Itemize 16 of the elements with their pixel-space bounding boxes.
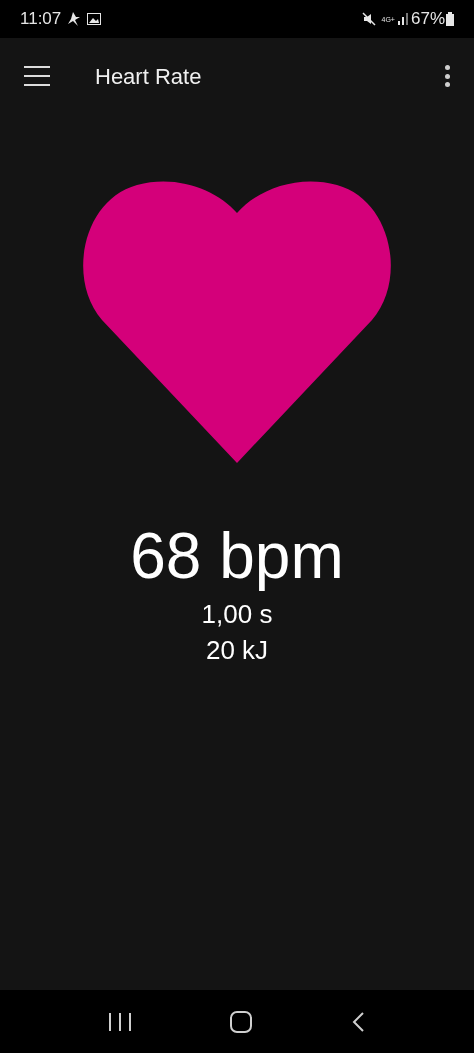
clock: 11:07 (20, 8, 62, 31)
mute-icon (361, 12, 376, 26)
image-icon (87, 13, 102, 25)
menu-button[interactable] (24, 66, 50, 86)
energy-value: 20 kJ (205, 634, 269, 667)
more-options-button[interactable] (444, 65, 450, 87)
battery-level: 67% (410, 8, 445, 31)
home-button[interactable] (230, 1010, 252, 1033)
battery-icon (446, 12, 454, 26)
recent-apps-button[interactable] (109, 1012, 132, 1031)
heart-icon (82, 180, 392, 463)
back-button[interactable] (350, 1010, 365, 1033)
app-title: Heart Rate (95, 62, 202, 91)
beat-interval: 1,00 s (201, 598, 273, 631)
heart-rate-value: 68 bpm (130, 519, 344, 594)
signal-icon (397, 13, 408, 25)
